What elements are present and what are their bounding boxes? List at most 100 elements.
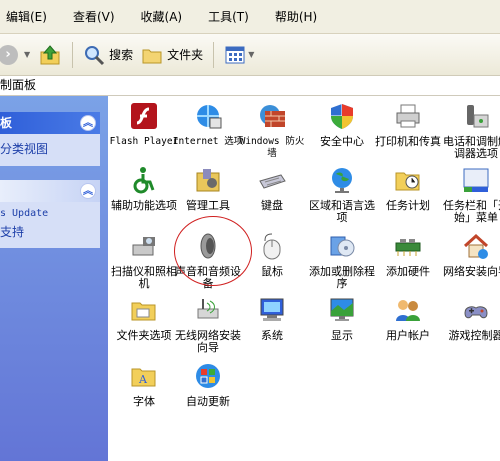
highlight-circle (174, 216, 252, 286)
item-label: Flash Player (109, 136, 179, 147)
item-accessibility[interactable]: 辅助功能选项 (108, 164, 180, 212)
item-folder-options[interactable]: 文件夹选项 (108, 294, 180, 342)
item-label: 安全中心 (320, 135, 364, 148)
item-add-hardware[interactable]: 添加硬件 (372, 230, 444, 278)
network-setup-icon (460, 230, 492, 262)
firewall-icon (256, 100, 288, 132)
switch-category-view-link[interactable]: 分类视图 (0, 142, 48, 156)
item-fonts[interactable]: A 字体 (108, 360, 180, 408)
svg-text:A: A (138, 373, 148, 386)
display-icon (326, 294, 358, 326)
item-label: 文件夹选项 (116, 329, 172, 342)
item-label: 自动更新 (186, 395, 230, 408)
item-system[interactable]: 系统 (236, 294, 308, 342)
windows-update-link[interactable]: s Update (0, 208, 100, 219)
search-icon (85, 45, 105, 65)
item-label: Internet 选项 (172, 136, 244, 147)
item-region-language[interactable]: 区域和语言选项 (306, 164, 378, 224)
taskbar-start-icon (460, 164, 492, 196)
item-internet-options[interactable]: Internet 选项 (172, 100, 244, 148)
toolbar-separator (213, 41, 215, 68)
item-keyboard[interactable]: 键盘 (236, 164, 308, 212)
menu-help[interactable]: 帮助(H) (273, 6, 319, 27)
security-center-icon (326, 100, 358, 132)
item-network-setup[interactable]: 网络安装向导 (440, 230, 500, 278)
fonts-icon: A (128, 360, 160, 392)
wireless-setup-icon (192, 294, 224, 326)
item-printers-faxes[interactable]: 打印机和传真 (372, 100, 444, 148)
item-flash-player[interactable]: Flash Player (108, 100, 180, 148)
collapse-icon[interactable]: ︽ (80, 115, 96, 131)
menu-favorites[interactable]: 收藏(A) (139, 6, 185, 27)
item-admin-tools[interactable]: 管理工具 (172, 164, 244, 212)
folder-icon (142, 49, 162, 63)
chevron-down-icon: ▼ (248, 50, 255, 59)
user-accounts-icon (392, 294, 424, 326)
menu-edit[interactable]: 编辑(E) (4, 6, 49, 27)
keyboard-icon (256, 164, 288, 196)
item-game-controllers[interactable]: 游戏控制器 (440, 294, 500, 342)
item-label: 添加或删除程序 (309, 265, 375, 290)
game-controller-icon (460, 294, 492, 326)
internet-options-icon (192, 100, 224, 132)
item-label: 系统 (261, 329, 283, 342)
printer-icon (392, 100, 424, 132)
search-button[interactable]: 搜索 (79, 39, 137, 71)
control-panel-header[interactable]: 板 ︽ (0, 112, 100, 134)
up-folder-button[interactable] (34, 39, 66, 71)
item-label: 任务计划 (386, 199, 430, 212)
add-remove-programs-icon (326, 230, 358, 262)
item-label: 键盘 (261, 199, 283, 212)
chevron-down-icon: ▼ (24, 50, 31, 59)
item-label: Windows 防火墙 (239, 136, 305, 159)
forward-button[interactable]: › ▼ (0, 39, 34, 71)
control-panel-items: Flash Player Internet 选项 Windows 防火墙 安全中… (108, 96, 500, 461)
item-display[interactable]: 显示 (306, 294, 378, 342)
item-label: 辅助功能选项 (111, 199, 177, 212)
item-label: 任务栏和「开始」菜单 (443, 199, 500, 224)
region-language-icon (326, 164, 358, 196)
menu-tools[interactable]: 工具(T) (206, 6, 251, 27)
mouse-icon (256, 230, 288, 262)
automatic-updates-icon (192, 360, 224, 392)
up-folder-icon (40, 44, 60, 64)
item-wireless-setup[interactable]: 无线网络安装向导 (172, 294, 244, 354)
see-also-header[interactable]: ︽ (0, 180, 100, 202)
address-bar[interactable]: 制面板 (0, 76, 500, 96)
item-label: 打印机和传真 (375, 135, 441, 148)
add-hardware-icon (392, 230, 424, 262)
flash-icon (128, 100, 160, 132)
item-security-center[interactable]: 安全中心 (306, 100, 378, 148)
scheduled-tasks-icon (392, 164, 424, 196)
phone-modem-icon (460, 100, 492, 132)
item-user-accounts[interactable]: 用户帐户 (372, 294, 444, 342)
item-taskbar-start[interactable]: 任务栏和「开始」菜单 (440, 164, 500, 224)
item-automatic-updates[interactable]: 自动更新 (172, 360, 244, 408)
item-label: 管理工具 (186, 199, 230, 212)
panel-title: 板 (0, 116, 13, 130)
item-label: 游戏控制器 (448, 329, 500, 342)
collapse-icon[interactable]: ︽ (80, 183, 96, 199)
item-scheduled-tasks[interactable]: 任务计划 (372, 164, 444, 212)
folders-button[interactable]: 文件夹 (137, 39, 207, 71)
item-windows-firewall[interactable]: Windows 防火墙 (236, 100, 308, 160)
views-icon (225, 46, 245, 63)
control-panel-body: 分类视图 (0, 134, 100, 166)
item-scanners-cameras[interactable]: 扫描仪和照相机 (108, 230, 180, 290)
system-icon (256, 294, 288, 326)
item-label: 用户帐户 (386, 329, 430, 342)
folder-options-icon (128, 294, 160, 326)
see-also-body: s Update 支持 (0, 202, 100, 248)
item-label: 网络安装向导 (443, 265, 500, 278)
views-button[interactable]: ▼ (220, 39, 258, 71)
forward-arrow-icon: › (0, 44, 18, 65)
folders-label: 文件夹 (167, 48, 204, 62)
menu-view[interactable]: 查看(V) (71, 6, 117, 27)
task-pane: 板 ︽ 分类视图 ︽ s Update 支持 (0, 96, 108, 461)
help-support-link[interactable]: 支持 (0, 223, 100, 240)
item-label: 区域和语言选项 (309, 199, 375, 224)
item-add-remove-programs[interactable]: 添加或删除程序 (306, 230, 378, 290)
item-phone-modem[interactable]: 电话和调制解调器选项 (440, 100, 500, 160)
admin-tools-icon (192, 164, 224, 196)
item-label: 显示 (331, 329, 353, 342)
